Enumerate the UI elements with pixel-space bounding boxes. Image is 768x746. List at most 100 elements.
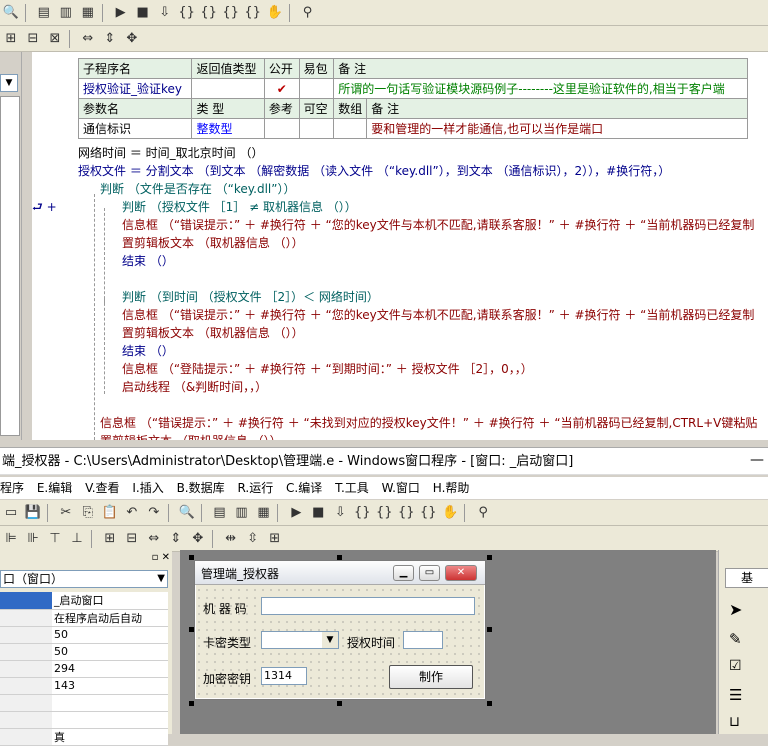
stop-icon[interactable]: ■ (133, 3, 153, 23)
menu-help[interactable]: H.帮助 (433, 481, 470, 495)
find-icon[interactable]: 🔍 (1, 3, 21, 23)
dropdown-arrow-icon[interactable]: ▼ (0, 74, 18, 92)
prop-value[interactable]: 真 (52, 728, 168, 746)
menu-tools[interactable]: T.工具 (335, 481, 369, 495)
step-into-icon[interactable]: {} (352, 503, 372, 523)
sub-note[interactable]: 所谓的一句话写验证模块源码例子--------这里是验证软件的,相当于客户端 (333, 78, 748, 99)
size2-icon[interactable]: ⇕ (100, 29, 120, 49)
step-out-icon[interactable]: {} (199, 3, 219, 23)
menu-database[interactable]: B.数据库 (177, 481, 225, 495)
minimize-icon[interactable]: — (746, 452, 768, 470)
form-maximize-icon[interactable]: ▭ (419, 565, 440, 581)
code-editor[interactable]: 子程序名 返回值类型 公开 易包 备 注 授权验证_验证key ✔ 所谓的一句话… (32, 52, 768, 440)
sub-name[interactable]: 授权验证_验证key (77, 78, 193, 99)
code-line[interactable]: 信息框 （“错误提示：” ＋ #换行符 ＋ “您的key文件与本机不匹配,请联系… (122, 216, 754, 234)
param-note[interactable]: 要和管理的一样才能通信,也可以当作是端口 (366, 118, 748, 139)
code-line[interactable]: 置剪辑板文本 （取机器信息 （）） (122, 324, 304, 342)
align3-icon[interactable]: ⊠ (45, 29, 65, 49)
step-icon[interactable]: ⇩ (330, 503, 350, 523)
pin-close-icon[interactable]: ▫ ✕ (152, 552, 170, 563)
param-type[interactable]: 整数型 (191, 118, 265, 139)
resize-handle[interactable] (189, 627, 194, 632)
size1-icon[interactable]: ⇔ (78, 29, 98, 49)
layout3-icon[interactable]: ▦ (78, 3, 98, 23)
code-line[interactable]: 网络时间 ＝ 时间_取北京时间 （） (78, 144, 263, 162)
center-v-icon[interactable]: ⊟ (122, 529, 142, 549)
grid-icon[interactable]: ⊞ (265, 529, 285, 549)
code-line[interactable]: 结束 （） (122, 342, 174, 360)
align-right-icon[interactable]: ⊪ (23, 529, 43, 549)
code-line[interactable]: 授权文件 ＝ 分割文本 （到文本 （解密数据 （读入文件 （“key.dll”）… (78, 162, 670, 180)
prop-value[interactable] (52, 711, 168, 729)
easy-pkg[interactable] (298, 78, 335, 99)
code-line[interactable]: 判断 （文件是否存在 （“key.dll”）） (100, 180, 295, 198)
hand-icon[interactable]: ✋ (265, 3, 285, 23)
resize-handle[interactable] (337, 701, 342, 706)
brace-icon[interactable]: {} (418, 503, 438, 523)
code-line[interactable]: 置剪辑板文本 （取机器信息 （）） (122, 234, 304, 252)
align-top-icon[interactable]: ⊤ (45, 529, 65, 549)
designer-form[interactable]: 管理端_授权器 ▁ ▭ ✕ 机 器 码 卡密类型 ▼ 授权时间 加密密钥 131… (194, 560, 486, 700)
binoculars-icon[interactable]: ⚲ (473, 503, 493, 523)
menu-compile[interactable]: C.编译 (286, 481, 322, 495)
menu-run[interactable]: R.运行 (237, 481, 273, 495)
prop-value[interactable] (52, 694, 168, 712)
align-bottom-icon[interactable]: ⊥ (67, 529, 87, 549)
menu-window[interactable]: W.窗口 (382, 481, 420, 495)
gutter-marker[interactable]: ⮐ + (32, 198, 57, 219)
step-icon[interactable]: ⇩ (155, 3, 175, 23)
resize-handle[interactable] (487, 627, 492, 632)
align1-icon[interactable]: ⊞ (1, 29, 21, 49)
param-nullable[interactable] (298, 118, 335, 139)
menu-edit[interactable]: E.编辑 (37, 481, 72, 495)
run-icon[interactable]: ▶ (111, 3, 131, 23)
menu-view[interactable]: V.查看 (85, 481, 119, 495)
public-check[interactable]: ✔ (263, 78, 300, 99)
code-line[interactable]: 判断 （到时间 （授权文件 ［2］）＜ 网络时间） (122, 288, 379, 306)
layout2-icon[interactable]: ▥ (56, 3, 76, 23)
space-h-icon[interactable]: ⇹ (221, 529, 241, 549)
form-minimize-icon[interactable]: ▁ (393, 565, 414, 581)
toolbox-tab[interactable]: 基 (725, 568, 768, 588)
paste-icon[interactable]: 📋 (100, 503, 120, 523)
resize-handle[interactable] (487, 701, 492, 706)
param-ref[interactable] (263, 118, 300, 139)
resize-handle[interactable] (189, 555, 194, 560)
prop-value[interactable]: 50 (52, 643, 168, 661)
prop-value[interactable]: 143 (52, 677, 168, 695)
stop-icon[interactable]: ■ (308, 503, 328, 523)
code-line[interactable]: 信息框 （“登陆提示：” ＋ #换行符 ＋ “到期时间：” ＋ 授权文件 ［2］… (122, 360, 533, 378)
machine-code-input[interactable] (261, 597, 475, 615)
layout2-icon[interactable]: ▥ (231, 503, 251, 523)
layout1-icon[interactable]: ▤ (209, 503, 229, 523)
prop-value[interactable]: 在程序启动后自动 (52, 609, 168, 627)
code-line[interactable]: 置剪辑板文本 （取机器信息 （）） (100, 432, 282, 440)
align2-icon[interactable]: ⊟ (23, 29, 43, 49)
prop-value[interactable]: 294 (52, 660, 168, 678)
menu-insert[interactable]: I.插入 (132, 481, 163, 495)
code-line[interactable]: 结束 （） (122, 252, 174, 270)
auth-time-input[interactable] (403, 631, 443, 649)
cut-icon[interactable]: ✂ (56, 503, 76, 523)
save-icon[interactable]: 💾 (23, 503, 43, 523)
layout1-icon[interactable]: ▤ (34, 3, 54, 23)
resize-handle[interactable] (337, 555, 342, 560)
find-icon[interactable]: 🔍 (177, 503, 197, 523)
size3-icon[interactable]: ✥ (122, 29, 142, 49)
chevron-down-icon[interactable]: ▼ (157, 571, 165, 587)
code-line[interactable]: 启动线程 （&判断时间，，） (122, 378, 267, 396)
undo-icon[interactable]: ↶ (122, 503, 142, 523)
make-button[interactable]: 制作 (389, 665, 473, 689)
brace-icon[interactable]: {} (243, 3, 263, 23)
copy-icon[interactable]: ⎘ (78, 503, 98, 523)
center-h-icon[interactable]: ⊞ (100, 529, 120, 549)
same-h-icon[interactable]: ⇕ (166, 529, 186, 549)
code-line[interactable]: 信息框 （“错误提示：” ＋ #换行符 ＋ “未找到对应的授权key文件！” ＋… (100, 414, 757, 432)
hand-icon[interactable]: ✋ (440, 503, 460, 523)
return-type[interactable] (191, 78, 265, 99)
binoculars-icon[interactable]: ⚲ (297, 3, 317, 23)
code-line[interactable]: 判断 （授权文件 ［1］ ≠ 取机器信息 （）） (122, 198, 357, 216)
menu-program[interactable]: 程序 (0, 481, 24, 495)
same-w-icon[interactable]: ⇔ (144, 529, 164, 549)
edit-box-icon[interactable]: ✎ (729, 630, 742, 648)
